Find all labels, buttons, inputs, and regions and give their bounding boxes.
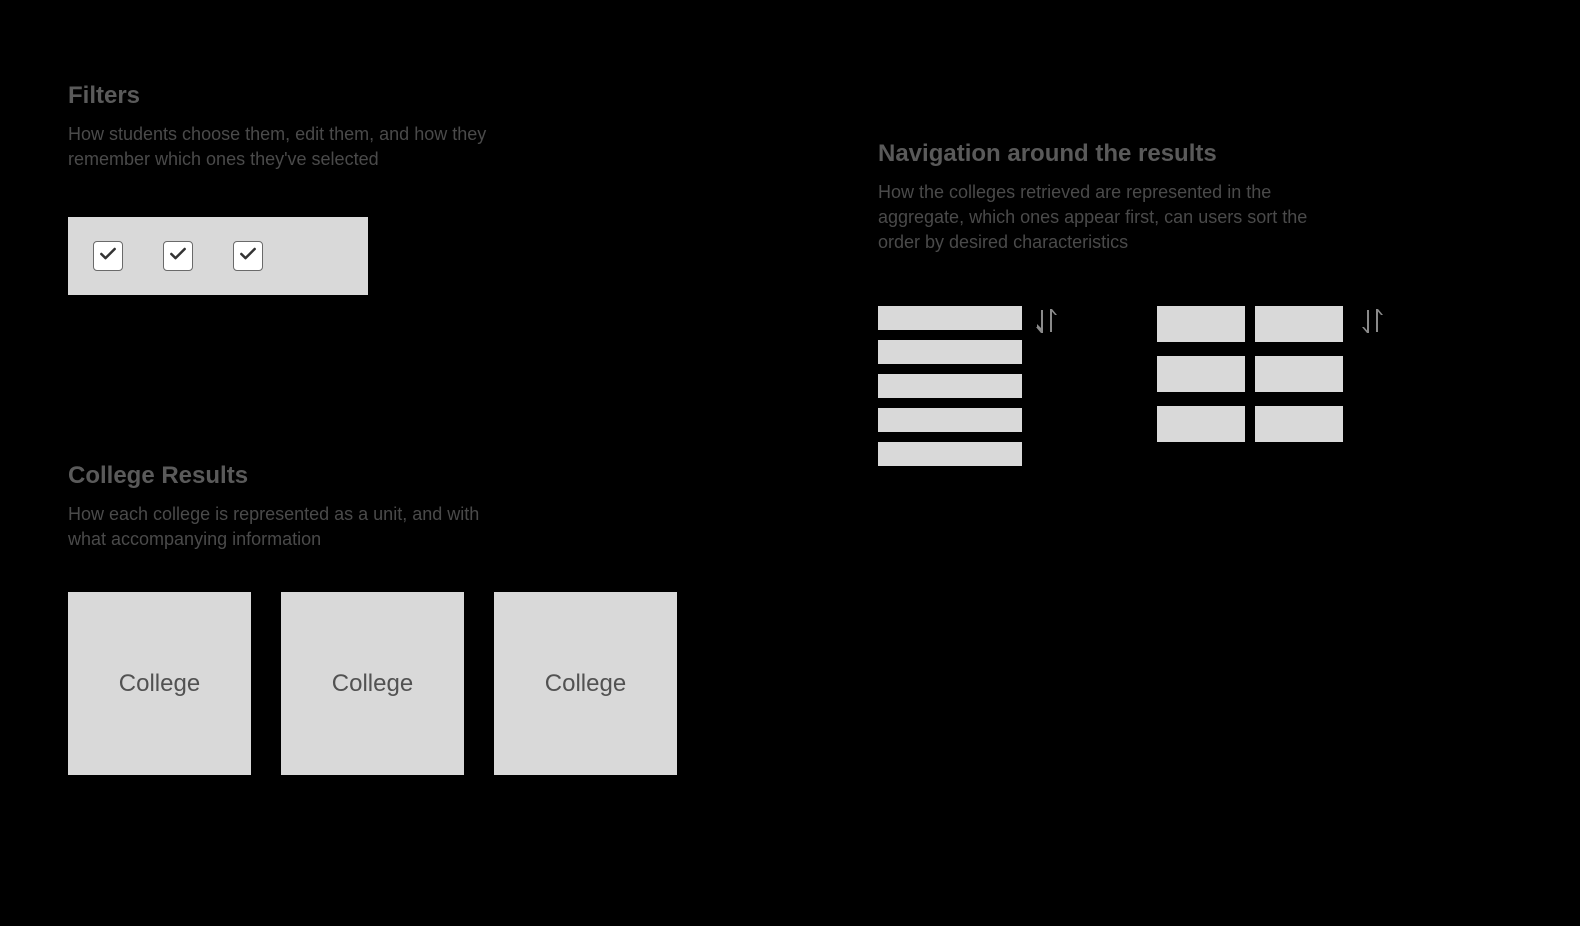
grid-cell — [1157, 356, 1245, 392]
filter-checkbox-2[interactable] — [163, 241, 193, 271]
grid-cells — [1157, 306, 1343, 442]
college-results-section: College Results How each college is repr… — [68, 462, 677, 775]
grid-cell — [1255, 356, 1343, 392]
college-card: College — [281, 592, 464, 775]
checkmark-icon — [98, 244, 118, 269]
filter-checkbox-3[interactable] — [233, 241, 263, 271]
navigation-title: Navigation around the results — [878, 140, 1388, 168]
list-view-mock — [878, 306, 1062, 466]
filter-checkbox-1[interactable] — [93, 241, 123, 271]
college-card-label: College — [332, 670, 413, 698]
grid-cell — [1255, 306, 1343, 342]
college-card-label: College — [119, 670, 200, 698]
navigation-section: Navigation around the results How the co… — [878, 140, 1388, 466]
college-card: College — [494, 592, 677, 775]
college-results-title: College Results — [68, 462, 677, 490]
navigation-description: How the colleges retrieved are represent… — [878, 180, 1328, 256]
checkmark-icon — [238, 244, 258, 269]
college-card: College — [68, 592, 251, 775]
grid-cell — [1157, 406, 1245, 442]
grid-view-mock — [1157, 306, 1388, 466]
filters-section: Filters How students choose them, edit t… — [68, 82, 488, 295]
sort-arrows-icon — [1032, 306, 1062, 336]
list-row — [878, 374, 1022, 398]
navigation-visual-group — [878, 306, 1388, 466]
sort-arrows-icon — [1358, 306, 1388, 336]
list-row — [878, 340, 1022, 364]
list-row — [878, 306, 1022, 330]
filters-checkbox-group — [68, 217, 368, 295]
list-row — [878, 442, 1022, 466]
filters-description: How students choose them, edit them, and… — [68, 122, 488, 172]
checkmark-icon — [168, 244, 188, 269]
college-cards-row: College College College — [68, 592, 677, 775]
college-card-label: College — [545, 670, 626, 698]
filters-title: Filters — [68, 82, 488, 110]
grid-cell — [1157, 306, 1245, 342]
list-row — [878, 408, 1022, 432]
list-rows — [878, 306, 1022, 466]
college-results-description: How each college is represented as a uni… — [68, 502, 488, 552]
grid-cell — [1255, 406, 1343, 442]
